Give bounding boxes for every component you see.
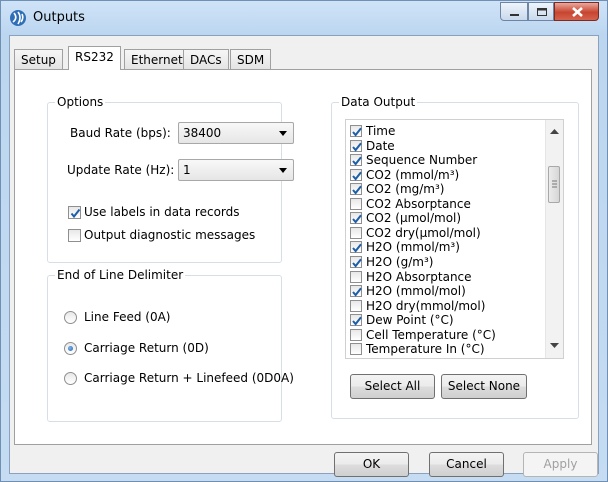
item-label: H2O (mmol/mol) [366,284,466,299]
item-checkbox[interactable] [350,328,362,341]
line-feed-label[interactable]: Line Feed (0A) [84,310,170,324]
cr-linefeed-label[interactable]: Carriage Return + Linefeed (0D0A) [84,371,294,385]
minimize-button[interactable] [500,2,528,21]
checkmark-icon [352,185,362,195]
item-checkbox[interactable] [350,241,362,254]
cancel-button[interactable]: Cancel [429,452,504,477]
use-labels-checkbox[interactable] [68,206,81,219]
tab-ethernet[interactable]: Ethernet [124,49,190,70]
diagnostics-label[interactable]: Output diagnostic messages [84,228,255,242]
maximize-icon [537,8,547,16]
checkmark-icon [352,171,362,181]
checkmark-icon [70,208,81,219]
options-legend: Options [55,95,106,109]
item-checkbox[interactable] [350,154,362,167]
item-label: H2O (mmol/m³) [366,240,460,255]
carriage-return-label[interactable]: Carriage Return (0D) [84,341,209,355]
minimize-icon [510,14,519,16]
item-checkbox[interactable] [350,168,362,181]
scroll-down-icon[interactable] [550,343,559,349]
item-label: CO2 dry(µmol/mol) [366,225,481,240]
grip-icon [552,180,557,188]
apply-button[interactable]: Apply [523,452,598,477]
item-checkbox[interactable] [350,299,362,312]
item-checkbox[interactable] [350,183,362,196]
outputs-window: Outputs Setup RS232 Ethernet DACs SDM Op… [0,0,608,482]
item-label: CO2 (mg/m³) [366,182,445,197]
eol-group: End of Line Delimiter Line Feed (0A) Car… [47,268,294,422]
item-label: CO2 (mmol/m³) [366,167,460,182]
data-output-legend: Data Output [339,95,418,109]
select-all-button[interactable]: Select All [350,374,435,399]
chevron-down-icon [279,131,287,136]
baud-rate-label: Baud Rate (bps): [70,126,171,140]
diagnostics-checkbox[interactable] [68,229,81,242]
checkmark-icon [352,214,362,224]
tab-rs232[interactable]: RS232 [68,46,121,70]
item-label: Sequence Number [366,153,478,168]
item-checkbox[interactable] [350,285,362,298]
rs232-tab-page: Options Baud Rate (bps): 38400 Update Ra… [14,69,592,445]
options-group: Options Baud Rate (bps): 38400 Update Ra… [47,95,294,263]
data-output-list[interactable]: Time Date Sequence Number CO2 (mmol/m³) CO2 … [345,119,564,359]
scroll-up-icon[interactable] [550,129,559,135]
checkmark-icon [352,258,362,268]
item-label: Date [366,138,395,153]
checkmark-icon [352,156,362,166]
close-icon [572,7,583,17]
tab-sdm[interactable]: SDM [230,49,272,70]
window-title: Outputs [33,10,85,25]
maximize-button[interactable] [528,2,554,21]
item-label: Time [366,124,396,138]
item-checkbox[interactable] [350,212,362,225]
tab-setup[interactable]: Setup [14,49,63,70]
item-label: CO2 Absorptance [366,196,471,211]
use-labels-label[interactable]: Use labels in data records [84,205,240,219]
title-bar[interactable]: Outputs [1,1,607,35]
vertical-scrollbar[interactable] [545,120,563,358]
scrollbar-thumb[interactable] [548,166,560,203]
item-checkbox[interactable] [350,270,362,283]
item-label: CO2 (µmol/mol) [366,211,462,226]
item-label: Dew Point (°C) [366,313,454,328]
item-checkbox[interactable] [350,125,362,137]
item-label: Cell Temperature (°C) [366,327,496,342]
select-none-button[interactable]: Select None [441,374,527,399]
item-label: Temperature In (°C) [366,342,485,357]
cr-linefeed-radio[interactable] [64,372,77,385]
baud-rate-value: 38400 [183,126,222,140]
checkmark-icon [352,287,362,297]
dialog-body: Setup RS232 Ethernet DACs SDM Options Ba… [9,35,599,477]
data-output-group: Data Output Time Date Sequence Number CO2 (… [331,95,579,419]
ok-button[interactable]: OK [334,452,409,477]
item-checkbox[interactable] [350,314,362,327]
item-checkbox[interactable] [350,197,362,210]
item-checkbox[interactable] [350,343,362,356]
eol-legend: End of Line Delimiter [55,268,186,282]
checkmark-icon [352,127,362,137]
item-label: H2O dry(mmol/mol) [366,298,486,313]
checkmark-icon [352,316,362,326]
checkmark-icon [352,142,362,152]
radio-selected-dot [68,346,73,351]
line-feed-radio[interactable] [64,311,77,324]
chevron-down-icon [279,168,287,173]
close-button[interactable] [554,2,599,21]
carriage-return-radio[interactable] [64,342,77,355]
baud-rate-select[interactable]: 38400 [178,122,294,144]
checkmark-icon [352,243,362,253]
item-label: H2O Absorptance [366,269,472,284]
item-checkbox[interactable] [350,139,362,152]
gear-icon [10,10,26,26]
item-checkbox[interactable] [350,255,362,268]
update-rate-label: Update Rate (Hz): [67,163,175,177]
update-rate-value: 1 [183,163,191,177]
item-checkbox[interactable] [350,226,362,239]
item-label: H2O (g/m³) [366,254,434,269]
tab-dacs[interactable]: DACs [183,49,229,70]
update-rate-select[interactable]: 1 [178,159,294,181]
